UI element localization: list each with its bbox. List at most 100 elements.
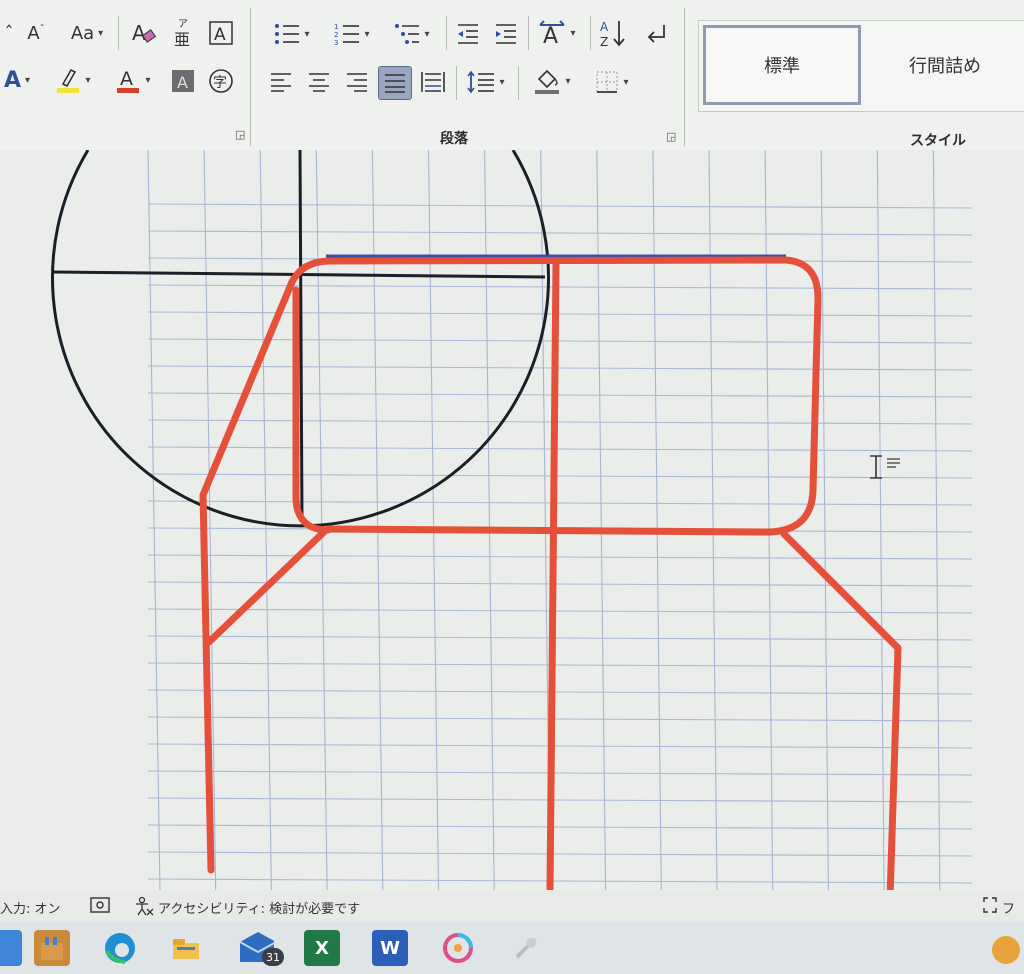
grid-line-horizontal	[147, 500, 973, 506]
svg-text:ア: ア	[178, 19, 188, 30]
grid-line-horizontal	[147, 419, 973, 425]
highlight-button[interactable]: ▾	[48, 64, 98, 96]
asian-layout-icon: A	[539, 20, 566, 47]
char-border-button[interactable]: A	[206, 18, 236, 48]
increase-indent-button[interactable]	[490, 18, 522, 50]
chevron-down-icon: ▾	[499, 76, 505, 88]
line-spacing-button[interactable]: ▾	[460, 66, 512, 98]
divider	[446, 16, 447, 50]
phonetic-guide-icon: ア 亜	[174, 19, 190, 48]
grid-line-horizontal	[147, 473, 973, 479]
vertical-axis-line[interactable]	[298, 149, 304, 523]
accessibility-status[interactable]: アクセシビリティ: 検討が必要です	[158, 898, 360, 917]
notification-icon[interactable]	[992, 936, 1020, 964]
sort-button[interactable]: A Z	[596, 16, 630, 50]
align-right-button[interactable]	[342, 66, 372, 98]
word-icon[interactable]: W	[372, 930, 408, 966]
svg-text:A: A	[177, 73, 188, 92]
char-border-icon: A	[209, 21, 233, 45]
numbering-button[interactable]: 1 2 3 ▾	[326, 18, 378, 50]
grid-line-horizontal	[147, 689, 973, 695]
sort-icon: A Z	[600, 20, 625, 48]
divider	[250, 8, 251, 146]
mail-badge: 31	[262, 948, 284, 966]
paragraph-group-label: 段落	[440, 131, 468, 147]
grid-line-vertical	[147, 149, 161, 891]
text-cursor-icon	[870, 455, 900, 479]
borders-button[interactable]: ▾	[586, 66, 638, 98]
svg-text:A: A	[214, 25, 226, 45]
red-left-leg	[199, 491, 215, 874]
bullets-button[interactable]: ▾	[266, 18, 318, 50]
taskbar: 31 X W	[0, 922, 1024, 974]
show-marks-button[interactable]	[640, 18, 674, 50]
ribbon: ˆ Aˇ Aa ▾ A ア 亜 A A ▾ ▾ A ▾ A 字 ◲ ▾ 1 2 …	[0, 0, 1024, 150]
multilevel-list-button[interactable]: ▾	[386, 18, 438, 50]
svg-text:Z: Z	[600, 35, 608, 48]
focus-icon[interactable]	[982, 896, 998, 918]
asian-layout-button[interactable]: A ▾	[532, 16, 582, 50]
text-effects-button[interactable]: A ▾	[0, 64, 34, 96]
svg-text:3: 3	[334, 39, 338, 45]
enclose-char-icon: 字	[209, 69, 233, 93]
excel-icon[interactable]: X	[304, 930, 340, 966]
justify-button[interactable]	[378, 66, 412, 100]
font-dialog-launcher-icon[interactable]: ◲	[235, 128, 245, 141]
status-bar: 入力: オン アクセシビリティ: 検討が必要です フォ	[0, 890, 1024, 936]
explorer-icon[interactable]	[168, 930, 204, 966]
file-explorer-icon[interactable]	[0, 930, 22, 966]
accessibility-icon[interactable]	[134, 896, 154, 920]
shading-button[interactable]: ▾	[526, 64, 578, 98]
red-drawing[interactable]	[199, 256, 902, 902]
distribute-button[interactable]	[418, 66, 448, 98]
weather-icon[interactable]	[508, 930, 544, 966]
grow-font-button[interactable]: Aˇ	[22, 18, 50, 48]
clear-format-icon: A	[132, 21, 156, 45]
decrease-indent-button[interactable]	[452, 18, 484, 50]
grid-line-vertical	[932, 149, 941, 891]
char-shading-icon: A	[172, 70, 194, 92]
grid-line-horizontal	[147, 446, 973, 452]
font-color-button[interactable]: A ▾	[108, 64, 158, 96]
divider	[118, 16, 119, 50]
photos-icon[interactable]	[440, 930, 476, 966]
grid-line-horizontal	[147, 824, 973, 830]
chevron-down-icon: ▾	[25, 74, 31, 86]
store-icon[interactable]	[34, 930, 70, 966]
divider	[590, 16, 591, 50]
grid-line-horizontal	[147, 392, 973, 398]
font-color-icon: A	[117, 68, 140, 93]
grid-line-horizontal	[147, 554, 973, 560]
char-shading-button[interactable]: A	[168, 66, 198, 96]
chevron-down-icon: ▾	[565, 75, 571, 87]
document-canvas[interactable]	[0, 149, 1024, 902]
clear-format-button[interactable]: A	[126, 18, 160, 48]
increase-indent-icon	[496, 24, 516, 44]
align-center-icon	[309, 73, 329, 92]
svg-text:A: A	[600, 20, 609, 34]
macro-record-icon[interactable]	[90, 896, 110, 918]
grid-line-horizontal	[147, 851, 973, 857]
drawing-canvas[interactable]	[0, 149, 1024, 902]
phonetic-guide-button[interactable]: ア 亜	[170, 14, 198, 50]
chevron-down-icon: ▾	[570, 27, 576, 39]
svg-text:亜: 亜	[174, 30, 190, 48]
grid-line-horizontal	[147, 716, 973, 722]
shrink-font-button[interactable]: ˆ	[0, 18, 18, 48]
input-mode-status[interactable]: 入力: オン	[0, 898, 61, 917]
styles-gallery: 標準 行間詰め	[698, 20, 1024, 112]
align-left-button[interactable]	[266, 66, 296, 98]
enclose-char-button[interactable]: 字	[206, 66, 236, 96]
change-case-button[interactable]: Aa ▾	[62, 18, 112, 48]
paragraph-mark-icon	[647, 25, 665, 43]
align-left-icon	[271, 73, 291, 92]
change-case-icon: Aa	[70, 22, 95, 44]
edge-icon[interactable]	[102, 930, 138, 966]
divider	[456, 66, 457, 100]
style-no-spacing[interactable]: 行間詰め	[865, 25, 1024, 105]
chevron-down-icon: ▾	[304, 28, 310, 40]
paragraph-dialog-launcher-icon[interactable]: ◲	[666, 130, 676, 143]
svg-text:A: A	[132, 21, 146, 45]
style-standard[interactable]: 標準	[703, 25, 861, 105]
align-center-button[interactable]	[304, 66, 334, 98]
